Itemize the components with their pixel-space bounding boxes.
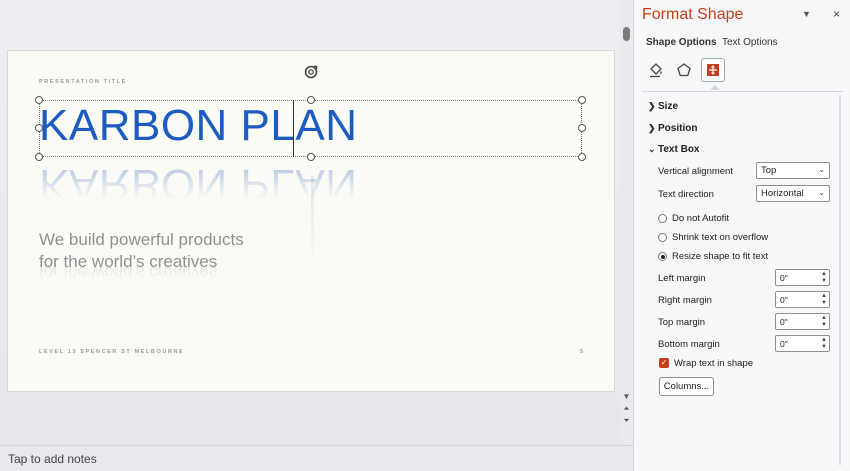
notes-placeholder[interactable]: Tap to add notes: [8, 452, 97, 466]
format-shape-pane: Format Shape ▼ × Shape Options Text Opti…: [633, 0, 850, 471]
chevron-down-icon: ⌄: [818, 165, 825, 174]
chevron-right-icon: ❯: [648, 101, 656, 111]
resize-shape-label[interactable]: Resize shape to fit text: [672, 251, 768, 262]
vertical-alignment-select[interactable]: Top ⌄: [756, 162, 830, 179]
slide-canvas[interactable]: PRESENTATION TITLE KARBON PLAN KARBON PL…: [8, 51, 614, 391]
increment-icon[interactable]: ▲: [821, 293, 827, 299]
rotate-handle-icon[interactable]: [303, 64, 319, 80]
close-icon[interactable]: ×: [833, 7, 840, 21]
radio-resize-shape[interactable]: [658, 252, 667, 261]
footer-address[interactable]: LEVEL 13 SPENCER ST MELBOURNE: [39, 349, 184, 355]
section-text-box[interactable]: ⌄ Text Box: [648, 144, 700, 155]
resize-handle-bottom-left[interactable]: [35, 153, 43, 161]
shrink-text-label[interactable]: Shrink text on overflow: [672, 232, 768, 243]
resize-handle-top[interactable]: [307, 96, 315, 104]
bottom-margin-label: Bottom margin: [658, 339, 720, 350]
increment-icon[interactable]: ▲: [821, 337, 827, 343]
decrement-icon[interactable]: ▼: [821, 322, 827, 328]
pane-title: Format Shape: [642, 6, 744, 23]
effects-pentagon-icon[interactable]: [672, 58, 696, 82]
chevron-down-icon: ⌄: [648, 144, 656, 154]
previous-slide-icon[interactable]: ⏶: [622, 404, 631, 414]
top-margin-input[interactable]: 0" ▲ ▼: [775, 313, 830, 330]
section-position[interactable]: ❯ Position: [648, 123, 697, 134]
tagline-reflection: for the world’s creatives: [39, 263, 218, 282]
vertical-alignment-label: Vertical alignment: [658, 166, 733, 177]
fill-line-icon[interactable]: [644, 58, 668, 82]
top-margin-label: Top margin: [658, 317, 705, 328]
size-properties-icon[interactable]: [701, 58, 725, 82]
chevron-right-icon: ❯: [648, 123, 656, 133]
resize-handle-right[interactable]: [578, 124, 586, 132]
left-margin-input[interactable]: 0" ▲ ▼: [775, 269, 830, 286]
wrap-text-checkbox[interactable]: ✓: [659, 358, 669, 368]
main-title-reflection: KARBON PLAN: [39, 160, 358, 209]
slide-number[interactable]: 5: [580, 349, 585, 355]
increment-icon[interactable]: ▲: [821, 271, 827, 277]
decrement-icon[interactable]: ▼: [821, 300, 827, 306]
radio-shrink-text[interactable]: [658, 233, 667, 242]
decrement-icon[interactable]: ▼: [821, 344, 827, 350]
tab-shape-options[interactable]: Shape Options: [646, 37, 717, 48]
resize-handle-bottom-right[interactable]: [578, 153, 586, 161]
text-direction-label: Text direction: [658, 189, 714, 200]
wrap-text-label[interactable]: Wrap text in shape: [674, 358, 753, 369]
presentation-title[interactable]: PRESENTATION TITLE: [39, 79, 127, 85]
decrement-icon[interactable]: ▼: [821, 278, 827, 284]
resize-handle-top-left[interactable]: [35, 96, 43, 104]
radio-do-not-autofit[interactable]: [658, 214, 667, 223]
resize-handle-top-right[interactable]: [578, 96, 586, 104]
notes-pane[interactable]: Tap to add notes: [0, 445, 633, 471]
section-size[interactable]: ❯ Size: [648, 101, 678, 112]
increment-icon[interactable]: ▲: [821, 315, 827, 321]
scroll-down-icon[interactable]: ▼: [622, 392, 631, 401]
do-not-autofit-label[interactable]: Do not Autofit: [672, 213, 729, 224]
pane-divider: [642, 91, 843, 92]
editor-scrollbar[interactable]: ▼ ⏶ ⏷: [620, 0, 633, 445]
next-slide-icon[interactable]: ⏷: [622, 416, 631, 426]
text-cursor: [293, 100, 294, 157]
chevron-down-icon: ⌄: [818, 188, 825, 197]
tab-text-options[interactable]: Text Options: [722, 37, 778, 48]
bottom-margin-input[interactable]: 0" ▲ ▼: [775, 335, 830, 352]
resize-handle-bottom[interactable]: [307, 153, 315, 161]
pane-scrollbar[interactable]: [839, 95, 841, 465]
slide-editor: PRESENTATION TITLE KARBON PLAN KARBON PL…: [0, 0, 620, 445]
resize-handle-left[interactable]: [35, 124, 43, 132]
columns-button[interactable]: Columns...: [659, 377, 714, 396]
selection-frame[interactable]: [39, 100, 582, 157]
scrollbar-thumb[interactable]: [623, 27, 630, 41]
right-margin-label: Right margin: [658, 295, 712, 306]
chevron-down-icon[interactable]: ▼: [802, 9, 811, 19]
right-margin-input[interactable]: 0" ▲ ▼: [775, 291, 830, 308]
tagline-line-1: We build powerful products: [39, 230, 244, 249]
selected-category-indicator: [710, 85, 720, 90]
left-margin-label: Left margin: [658, 273, 706, 284]
text-direction-select[interactable]: Horizontal ⌄: [756, 185, 830, 202]
